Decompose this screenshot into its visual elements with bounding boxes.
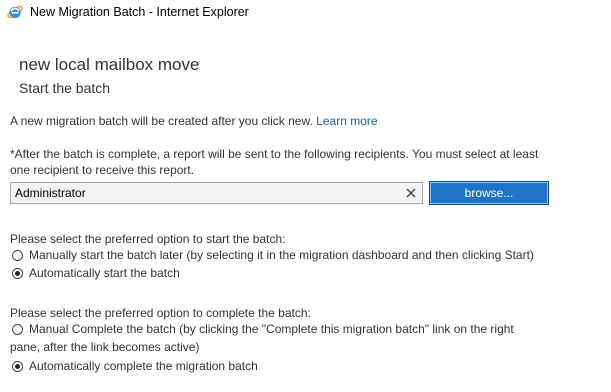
title-bar: New Migration Batch - Internet Explorer	[0, 0, 611, 26]
radio-label: Automatically start the batch	[29, 266, 180, 280]
start-options-prompt: Please select the preferred option to st…	[10, 232, 286, 246]
radio-label: Manually start the batch later (by selec…	[29, 248, 534, 262]
intro-text-row: A new migration batch will be created af…	[10, 114, 378, 128]
step-title: Start the batch	[19, 80, 111, 96]
radio-label: Manual Complete the batch (by clicking t…	[29, 322, 514, 336]
recipients-note-line-1: *After the batch is complete, a report w…	[10, 147, 539, 161]
window-title: New Migration Batch - Internet Explorer	[30, 5, 249, 19]
radio-button-selected[interactable]	[12, 361, 23, 372]
radio-button[interactable]	[12, 250, 23, 261]
intro-text: A new migration batch will be created af…	[10, 114, 313, 128]
internet-explorer-icon	[6, 3, 24, 21]
recipient-value: Administrator	[15, 186, 86, 200]
radio-button[interactable]	[12, 324, 23, 335]
close-icon[interactable]	[400, 183, 422, 203]
radio-label-continued: pane, after the link becomes active)	[10, 340, 200, 354]
learn-more-link[interactable]: Learn more	[316, 114, 377, 128]
radio-label: Automatically complete the migration bat…	[29, 359, 258, 373]
complete-options-prompt: Please select the preferred option to co…	[10, 306, 311, 320]
recipients-field[interactable]: Administrator	[10, 182, 423, 204]
browse-button[interactable]: browse...	[429, 181, 549, 205]
recipients-note-line-2: one recipient to receive this report.	[10, 163, 195, 177]
radio-button-selected[interactable]	[12, 268, 23, 279]
page-title: new local mailbox move	[19, 55, 200, 74]
